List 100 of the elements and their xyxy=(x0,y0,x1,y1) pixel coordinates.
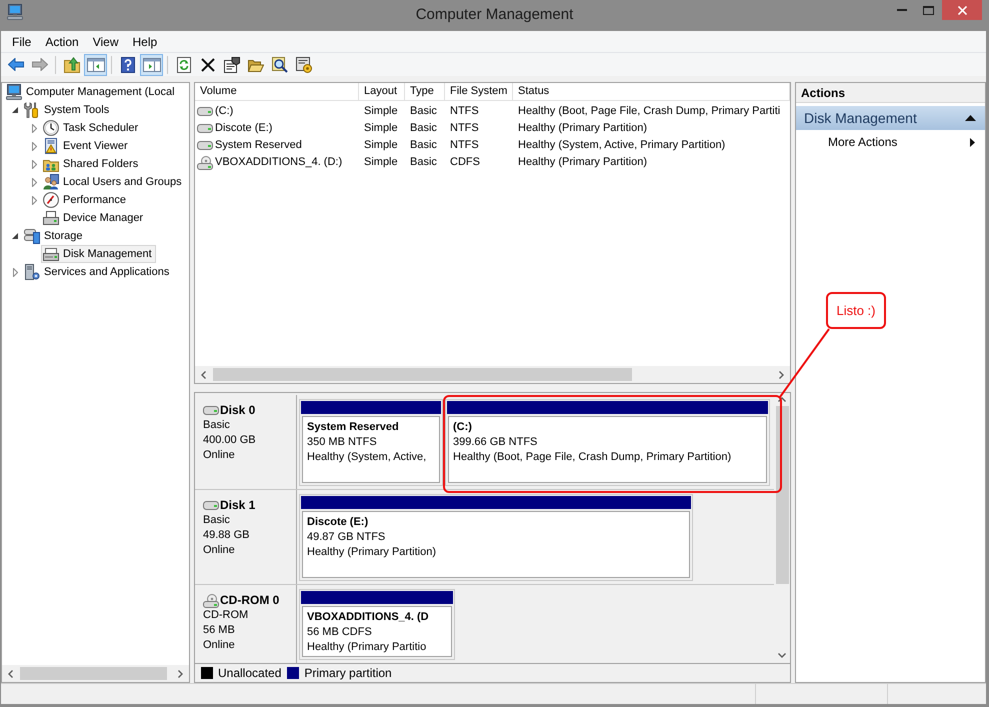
scrollbar-thumb[interactable] xyxy=(213,368,632,381)
table-cell-text: Basic xyxy=(409,121,438,136)
table-cell-text: Healthy (Primary Partition) xyxy=(517,121,648,136)
disk-size: 56 MB xyxy=(203,623,236,638)
partition-block[interactable]: Discote (E:) 49.87 GB NTFS Healthy (Primary Partition) xyxy=(299,494,693,581)
tree-item[interactable]: Performance xyxy=(41,191,130,209)
tree-item[interactable]: Device Manager xyxy=(41,209,148,227)
disk-type: CD-ROM xyxy=(203,608,250,623)
menu-item[interactable]: View xyxy=(86,31,126,52)
action-item[interactable]: More Actions xyxy=(796,132,985,152)
drive-icon xyxy=(203,406,219,415)
tree-item[interactable]: Local Users and Groups xyxy=(41,173,186,191)
collapsed-triangle-icon[interactable] xyxy=(32,142,36,150)
section-header[interactable]: Disk Management xyxy=(796,106,985,130)
table-cell-text: Healthy (System, Active, Primary Partition) xyxy=(517,138,726,154)
chevron-left-icon[interactable] xyxy=(8,670,13,678)
search-icon xyxy=(272,56,288,72)
collapsed-triangle-icon[interactable] xyxy=(32,124,36,132)
expanded-triangle-icon[interactable] xyxy=(12,107,18,113)
folder-up-icon xyxy=(64,56,80,72)
delete-icon xyxy=(200,58,214,72)
disk-size: 400.00 GB xyxy=(203,433,257,448)
chevron-right-icon[interactable] xyxy=(178,670,183,678)
table-cell-text: NTFS xyxy=(449,104,480,120)
cd-drive-icon xyxy=(203,594,219,608)
partition-name: System Reserved xyxy=(307,420,400,435)
chevron-up-icon[interactable] xyxy=(778,396,786,402)
table-cell-text: Basic xyxy=(409,138,438,154)
column-header[interactable]: Volume xyxy=(195,83,359,100)
minimize-icon xyxy=(896,9,906,11)
column-header[interactable]: File System xyxy=(445,83,513,100)
disk-status: Online xyxy=(203,448,236,463)
table-cell-text: (C:) xyxy=(215,104,234,120)
partition-block[interactable]: System Reserved 350 MB NTFS Healthy (System, Active, xyxy=(299,399,443,486)
tree-item[interactable]: Services and Applications xyxy=(22,263,174,281)
partition-block[interactable]: (C:) 399.66 GB NTFS Healthy (Boot, Page File, Crash Dump, Primary Partition) xyxy=(445,399,770,486)
table-cell-text: Basic xyxy=(409,155,438,170)
tree-item[interactable]: Task Scheduler xyxy=(41,119,142,137)
collapsed-triangle-icon[interactable] xyxy=(32,178,36,186)
chevron-down-icon[interactable] xyxy=(778,652,786,658)
tree-item[interactable]: Storage xyxy=(22,227,87,245)
collapsed-triangle-icon[interactable] xyxy=(12,268,18,276)
properties-icon xyxy=(224,56,240,72)
partition-status: Healthy (Boot, Page File, Crash Dump, Primary Partition) xyxy=(453,450,732,465)
table-cell-text: Simple xyxy=(363,155,399,170)
tools-icon xyxy=(24,102,40,118)
refresh-icon xyxy=(176,56,190,72)
log-book-icon xyxy=(43,138,59,154)
table-cell-text: NTFS xyxy=(449,138,480,154)
table-cell-text: VBOXADDITIONS_4. (D:) xyxy=(215,155,342,170)
help-icon xyxy=(120,56,134,72)
panel-right-icon xyxy=(142,58,160,72)
menu-item[interactable]: Action xyxy=(38,31,86,52)
console-tree-toggle[interactable] xyxy=(84,54,107,76)
table-cell-text: CDFS xyxy=(449,155,481,170)
server-icon xyxy=(24,264,40,280)
close-icon xyxy=(958,6,966,14)
tree-item[interactable]: Disk Management xyxy=(41,245,156,263)
collapsed-triangle-icon[interactable] xyxy=(32,196,36,204)
partition-status: Healthy (System, Active, xyxy=(307,450,428,465)
leader-line xyxy=(779,328,830,398)
partition-size: 56 MB CDFS xyxy=(307,625,373,640)
disk-type: Basic xyxy=(203,418,231,433)
triangle-up-icon xyxy=(965,115,976,121)
chevron-left-icon[interactable] xyxy=(201,370,206,378)
disk-type: Basic xyxy=(203,513,231,528)
table-cell-text: System Reserved xyxy=(215,138,302,154)
table-cell-text: Healthy (Primary Partition) xyxy=(517,155,648,170)
menu-item[interactable]: Help xyxy=(126,31,164,52)
maximize-icon xyxy=(923,6,934,14)
app-icon xyxy=(7,4,23,20)
column-header[interactable]: Type xyxy=(405,83,445,100)
column-header[interactable]: Status xyxy=(513,83,790,100)
tree-item[interactable]: Computer Management (Local xyxy=(4,83,179,101)
tree-item[interactable]: System Tools xyxy=(22,101,114,119)
table-cell-text: Healthy (Boot, Page File, Crash Dump, Primary Partiti xyxy=(517,104,782,120)
partition-block[interactable]: VBOXADDITIONS_4. (D 56 MB CDFS Healthy (Primary Partitio xyxy=(299,589,455,660)
table-cell-text: Simple xyxy=(363,121,399,136)
column-header[interactable]: Layout xyxy=(359,83,405,100)
scrollbar-thumb[interactable] xyxy=(776,406,788,584)
drive-icon xyxy=(197,107,213,116)
table-cell-text: NTFS xyxy=(449,121,480,136)
actions-title: Actions xyxy=(796,83,985,103)
close-button[interactable] xyxy=(942,0,982,20)
tree-item[interactable]: Event Viewer xyxy=(41,137,132,155)
tree-item[interactable]: Shared Folders xyxy=(41,155,142,173)
chevron-right-icon[interactable] xyxy=(779,370,784,378)
scrollbar-thumb[interactable] xyxy=(20,667,167,680)
partition-name: (C:) xyxy=(453,420,473,435)
expanded-triangle-icon[interactable] xyxy=(12,233,18,239)
disk-name: CD-ROM 0 xyxy=(220,593,280,608)
drive-icon xyxy=(197,141,213,150)
window-title: Computer Management xyxy=(416,5,574,25)
partition-status: Healthy (Primary Partitio xyxy=(307,640,428,655)
disk-drive-icon xyxy=(43,246,59,262)
disk-status: Online xyxy=(203,543,236,558)
menu-item[interactable]: File xyxy=(5,31,38,52)
action-pane-toggle[interactable] xyxy=(140,54,163,76)
device-icon xyxy=(43,210,59,226)
collapsed-triangle-icon[interactable] xyxy=(32,160,36,168)
